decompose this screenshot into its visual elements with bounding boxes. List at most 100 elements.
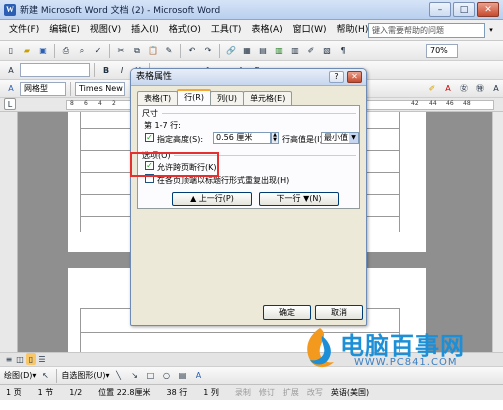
format-painter-icon[interactable]: ✎ xyxy=(162,44,176,58)
dialog-close-icon[interactable]: ✕ xyxy=(347,71,362,83)
watermark: 电脑百事网 WWW.PC841.COM xyxy=(300,326,500,372)
undo-icon[interactable]: ↶ xyxy=(185,44,199,58)
tab-column[interactable]: 列(U) xyxy=(209,91,245,105)
print-layout-icon[interactable]: ▯ xyxy=(26,353,36,365)
styles-icon[interactable]: A xyxy=(4,63,18,77)
next-row-button[interactable]: 下一行 ▼(N) xyxy=(259,192,339,206)
outline-view-icon[interactable]: ☰ xyxy=(37,353,47,365)
status-ovr[interactable]: 改写 xyxy=(307,387,323,398)
zoom-select[interactable]: 70% xyxy=(426,44,458,58)
dialog-title-bar[interactable]: 表格属性 ? ✕ xyxy=(131,69,366,86)
phonetic-guide-icon[interactable]: ㊛ xyxy=(457,82,471,96)
cancel-button[interactable]: 取消 xyxy=(315,305,363,320)
menu-bar: 文件(F) 编辑(E) 视图(V) 插入(I) 格式(O) 工具(T) 表格(A… xyxy=(0,20,503,41)
status-language: 英语(美国) xyxy=(330,388,370,397)
status-page-of: 1/2 xyxy=(69,388,83,397)
normal-view-icon[interactable]: ≡ xyxy=(4,353,14,365)
status-rec[interactable]: 录制 xyxy=(235,387,251,398)
character-scale-icon[interactable]: A xyxy=(489,82,503,96)
menu-insert[interactable]: 插入(I) xyxy=(126,22,164,39)
previous-row-button[interactable]: ▲ 上一行(P) xyxy=(172,192,252,206)
document-map-icon[interactable]: ▧ xyxy=(320,44,334,58)
autoshapes-menu[interactable]: 自选图形(U)▾ xyxy=(61,370,109,381)
print-icon[interactable]: ⎙ xyxy=(59,44,73,58)
menu-format[interactable]: 格式(O) xyxy=(164,22,206,39)
watermark-logo-icon xyxy=(307,328,334,368)
window-title: 新建 Microsoft Word 文档 (2) - Microsoft Wor… xyxy=(20,6,221,16)
highlight-icon[interactable]: ✐ xyxy=(425,82,439,96)
status-ext[interactable]: 扩展 xyxy=(283,387,299,398)
columns-icon[interactable]: ▥ xyxy=(288,44,302,58)
status-section: 1 节 xyxy=(37,388,54,397)
tables-borders-icon[interactable]: ▦ xyxy=(240,44,254,58)
menu-file[interactable]: 文件(F) xyxy=(4,22,44,39)
menu-tools[interactable]: 工具(T) xyxy=(206,22,247,39)
tab-row[interactable]: 行(R) xyxy=(177,89,211,105)
table-properties-dialog: 表格属性 ? ✕ 表格(T) 行(R) 列(U) 单元格(E) 尺寸 第 1-7… xyxy=(130,68,367,326)
menu-edit[interactable]: 编辑(E) xyxy=(44,22,85,39)
specify-height-checkbox[interactable]: ✓ xyxy=(145,133,154,142)
spelling-icon[interactable]: ✓ xyxy=(91,44,105,58)
select-objects-icon[interactable]: ↖ xyxy=(38,369,52,383)
menu-view[interactable]: 视图(V) xyxy=(85,22,126,39)
row-height-is-label: 行高值是(I): xyxy=(282,135,326,144)
row-height-spinner[interactable]: ▲ ▼ xyxy=(271,132,279,144)
new-document-icon[interactable]: ▯ xyxy=(4,44,18,58)
status-column: 1 列 xyxy=(203,388,219,397)
annotation-highlight-box xyxy=(130,152,219,177)
textbox-icon[interactable]: ▤ xyxy=(176,369,190,383)
cut-icon[interactable]: ✂ xyxy=(114,44,128,58)
help-search-input[interactable]: 键入需要帮助的问题 xyxy=(368,23,485,38)
standard-toolbar: ▯ ▰ ▣ ⎙ ⌕ ✓ ✂ ⧉ 📋 ✎ ↶ ↷ 🔗 ▦ ▤ ▥ ▥ ✐ ▧ ¶ … xyxy=(0,41,503,61)
save-icon[interactable]: ▣ xyxy=(36,44,50,58)
insert-excel-icon[interactable]: ▥ xyxy=(272,44,286,58)
line-icon[interactable]: ╲ xyxy=(112,369,126,383)
table-style-select[interactable]: 网格型 xyxy=(20,81,66,96)
style-icon[interactable]: A xyxy=(4,82,18,96)
show-hide-icon[interactable]: ¶ xyxy=(336,44,350,58)
dialog-tabs: 表格(T) 行(R) 列(U) 单元格(E) xyxy=(137,89,293,105)
rectangle-icon[interactable]: □ xyxy=(144,369,158,383)
maximize-button[interactable]: □ xyxy=(453,2,475,17)
row-height-input[interactable]: 0.56 厘米 xyxy=(213,132,271,144)
help-dropdown-icon[interactable]: ▾ xyxy=(485,23,497,38)
status-line: 38 行 xyxy=(166,388,188,397)
minimize-button[interactable]: – xyxy=(429,2,451,17)
copy-icon[interactable]: ⧉ xyxy=(130,44,144,58)
redo-icon[interactable]: ↷ xyxy=(201,44,215,58)
wordart-icon[interactable]: A xyxy=(192,369,206,383)
vertical-ruler[interactable] xyxy=(0,112,18,352)
encircle-icon[interactable]: ㊕ xyxy=(473,82,487,96)
menu-window[interactable]: 窗口(W) xyxy=(288,22,332,39)
ok-button[interactable]: 确定 xyxy=(263,305,311,320)
tab-selector-icon[interactable]: L xyxy=(4,98,16,110)
draw-menu[interactable]: 绘图(D)▾ xyxy=(4,370,36,381)
size-group-label: 尺寸 xyxy=(142,109,158,118)
open-folder-icon[interactable]: ▰ xyxy=(20,44,34,58)
oval-icon[interactable]: ○ xyxy=(160,369,174,383)
print-preview-icon[interactable]: ⌕ xyxy=(75,44,89,58)
close-window-button[interactable]: ✕ xyxy=(477,2,499,17)
insert-table-icon[interactable]: ▤ xyxy=(256,44,270,58)
style-select[interactable] xyxy=(20,63,90,77)
status-page: 1 页 xyxy=(6,388,22,397)
arrow-icon[interactable]: ↘ xyxy=(128,369,142,383)
word-app-icon[interactable]: W xyxy=(4,3,16,16)
bold-icon[interactable]: B xyxy=(99,63,113,77)
font-select[interactable]: Times New xyxy=(75,81,125,96)
watermark-url: WWW.PC841.COM xyxy=(354,357,458,368)
menu-table[interactable]: 表格(A) xyxy=(246,22,287,39)
drawing-icon[interactable]: ✐ xyxy=(304,44,318,58)
chevron-down-icon[interactable]: ▼ xyxy=(349,133,358,143)
paste-icon[interactable]: 📋 xyxy=(146,44,160,58)
hyperlink-icon[interactable]: 🔗 xyxy=(224,44,238,58)
font-color-icon[interactable]: A xyxy=(441,82,455,96)
tab-cell[interactable]: 单元格(E) xyxy=(243,91,293,105)
italic-icon[interactable]: I xyxy=(115,63,129,77)
row-height-mode-select[interactable]: 最小值 ▼ xyxy=(321,132,359,144)
vertical-scrollbar[interactable] xyxy=(492,112,503,352)
tab-table[interactable]: 表格(T) xyxy=(137,91,179,105)
dialog-help-icon[interactable]: ? xyxy=(329,71,344,83)
status-trk[interactable]: 修订 xyxy=(259,387,275,398)
web-layout-icon[interactable]: ◫ xyxy=(15,353,25,365)
